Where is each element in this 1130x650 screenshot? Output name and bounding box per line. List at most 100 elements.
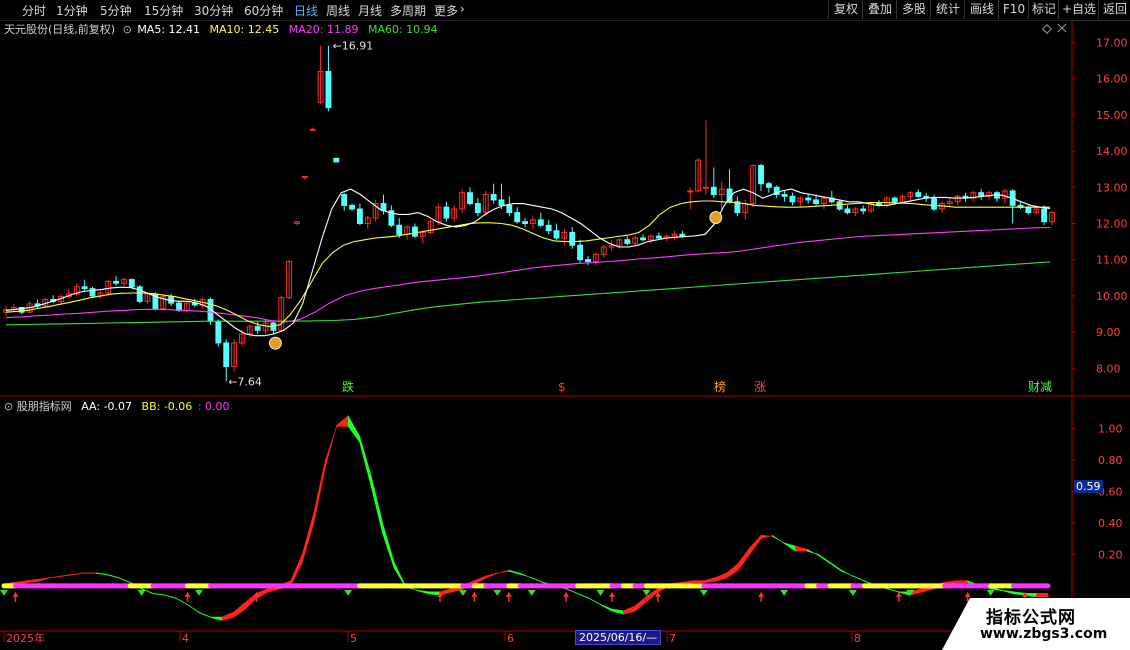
buy-arrow-head-icon (758, 591, 765, 597)
indicator-ribbon (49, 575, 62, 579)
indicator-ribbon (313, 460, 326, 523)
candle-body (805, 197, 812, 201)
indicator-ribbon (393, 562, 406, 589)
indicator-ribbon (1001, 589, 1014, 595)
period-tab-10[interactable]: 更多 (434, 2, 458, 19)
sell-arrow-icon (137, 589, 146, 596)
candle-body (443, 206, 450, 219)
period-tab-7[interactable]: 周线 (326, 2, 350, 19)
indicator-ribbon (72, 572, 85, 576)
candle-body (836, 201, 843, 210)
candle-body (624, 239, 631, 244)
sub-y-tick-label: 0.20 (1098, 548, 1123, 561)
watermark-corner (942, 598, 970, 650)
candle-body (860, 208, 867, 212)
candle-body (301, 175, 308, 178)
indicator-ribbon (256, 588, 269, 600)
period-tab-1[interactable]: 1分钟 (56, 2, 88, 19)
candle-body (915, 192, 922, 197)
candle-body (474, 203, 481, 214)
indicator-ribbon (61, 574, 74, 577)
candle-body (176, 302, 182, 311)
toolbar-button-0[interactable]: 复权 (828, 0, 863, 19)
period-tab-6[interactable]: 日线 (294, 2, 318, 19)
candle-body (113, 280, 120, 284)
sell-arrow-icon (493, 589, 502, 596)
indicator-ribbon (841, 569, 854, 577)
candle-body (81, 286, 88, 290)
indicator-ribbon (806, 548, 819, 557)
candle-body (789, 195, 796, 203)
money-bag-icon (268, 336, 282, 350)
indicator-ribbon (692, 580, 705, 584)
y-tick-label: 13.00 (1096, 181, 1128, 194)
candle-body (514, 212, 521, 223)
indicator-ribbon (508, 569, 521, 575)
signal-label: $ (558, 380, 566, 394)
indicator-ribbon (726, 562, 739, 579)
indicator-ribbon (703, 577, 716, 584)
signal-label: 榜 (714, 379, 726, 394)
sell-arrow-icon (699, 589, 708, 596)
indicator-ribbon (600, 603, 613, 612)
toolbar-button-2[interactable]: 多股 (896, 0, 931, 19)
period-tab-3[interactable]: 15分钟 (144, 2, 183, 19)
indicator-ribbon (221, 611, 234, 621)
sell-arrow-icon (527, 589, 536, 596)
candle-body (844, 208, 851, 214)
x-tick-label: 8 (854, 632, 861, 645)
period-tab-0[interactable]: 分时 (22, 2, 46, 19)
buy-arrow-head-icon (12, 591, 19, 597)
indicator-ribbon (370, 475, 383, 534)
indicator-ribbon (301, 512, 315, 563)
candle-body (396, 224, 403, 235)
sub-y-tick-label: 1.00 (1098, 422, 1123, 435)
indicator-ribbon (485, 572, 498, 579)
candle-body (758, 165, 764, 185)
period-tab-2[interactable]: 5分钟 (100, 2, 132, 19)
candle-body (522, 221, 529, 224)
candle-body (490, 194, 497, 201)
ma10-line (5, 200, 1050, 328)
y-tick-label: 9.00 (1096, 326, 1121, 339)
y-tick-label: 17.00 (1096, 36, 1128, 49)
buy-arrow-head-icon (184, 591, 191, 597)
sub-y-tick-label: 0.80 (1098, 454, 1123, 467)
toolbar-button-5[interactable]: F10 (998, 0, 1029, 19)
indicator-ribbon (611, 608, 624, 615)
indicator-ribbon (26, 578, 39, 584)
indicator-ribbon (634, 595, 647, 612)
indicator-ribbon (737, 546, 751, 572)
period-tab-9[interactable]: 多周期 (390, 2, 426, 19)
more-arrow-icon[interactable]: › (460, 2, 465, 16)
period-tab-5[interactable]: 60分钟 (244, 2, 283, 19)
toolbar-button-6[interactable]: 标记 (1028, 0, 1059, 19)
toolbar-button-1[interactable]: 叠加 (862, 0, 897, 19)
buy-arrow-head-icon (505, 591, 512, 597)
toolbar-button-7[interactable]: +自选 (1058, 0, 1099, 19)
candle-body (537, 219, 544, 226)
candle-body (341, 194, 348, 206)
toolbar-button-4[interactable]: 画线 (964, 0, 999, 19)
indicator-ribbon (187, 603, 200, 614)
period-toolbar: 分时 1分钟 5分钟 15分钟 30分钟 60分钟 日线 周线 月线 多周期 更多 › 复权 叠加 多股统… (0, 0, 1130, 21)
indicator-ribbon (887, 588, 900, 593)
signal-label: 跌 (342, 379, 354, 394)
indicator-ribbon (714, 572, 728, 582)
period-tab-4[interactable]: 30分钟 (194, 2, 233, 19)
watermark-url: www.zbgs3.com (980, 626, 1108, 642)
indicator-ribbon (382, 522, 395, 569)
candle-body (467, 192, 473, 205)
sell-arrow-icon (986, 589, 995, 596)
candle-body (679, 233, 686, 237)
sub-value-box: 0.59 (1074, 480, 1103, 493)
x-tick-label: 6 (507, 632, 514, 645)
indicator-ribbon (324, 425, 338, 468)
indicator-ribbon (565, 588, 578, 595)
period-tab-8[interactable]: 月线 (358, 2, 382, 19)
toolbar-button-8[interactable]: 返回 (1098, 0, 1130, 19)
toolbar-button-3[interactable]: 统计 (930, 0, 965, 19)
buy-arrow-head-icon (563, 591, 570, 597)
price-chart[interactable]: 17.00 16.00 15.00 14.00 13.00 12.00 11.00 10.00… (0, 20, 1130, 650)
candle-body (1025, 206, 1032, 214)
